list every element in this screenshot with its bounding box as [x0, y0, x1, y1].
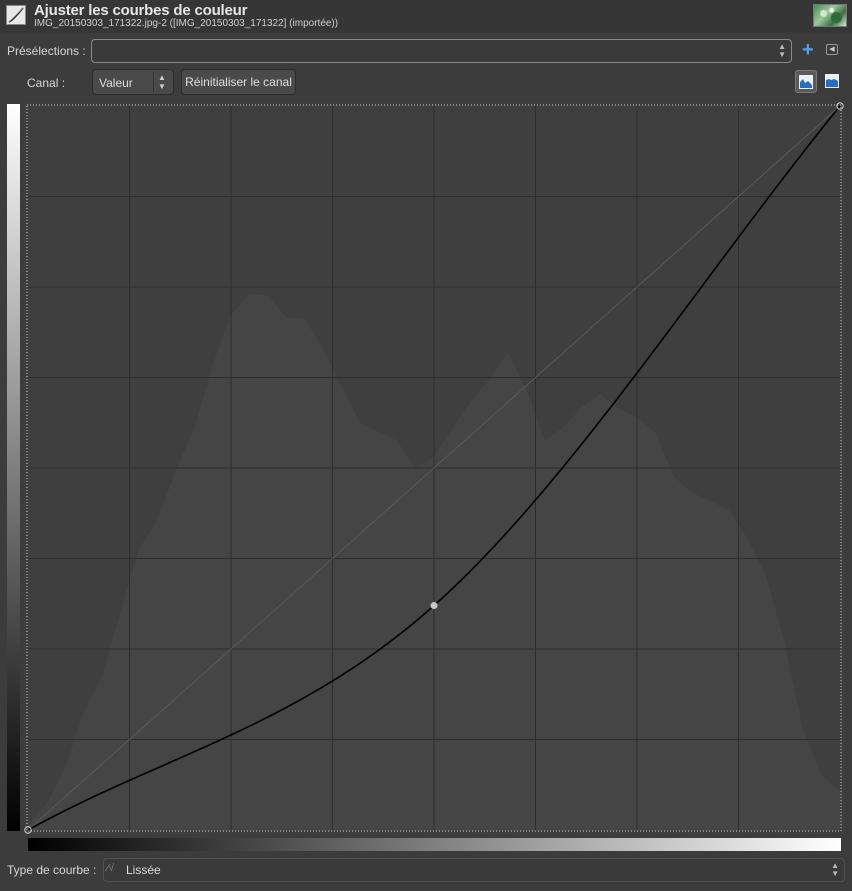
- channel-select[interactable]: Valeur ▲ ▼: [92, 69, 174, 95]
- presets-combobox[interactable]: ▲ ▼: [91, 39, 792, 63]
- reset-channel-button[interactable]: Réinitialiser le canal: [181, 69, 296, 95]
- curve-editor[interactable]: [24, 102, 844, 834]
- dialog-title: Ajuster les courbes de couleur: [34, 2, 248, 19]
- curve-type-label: Type de courbe :: [7, 863, 97, 877]
- channel-label: Canal :: [27, 76, 66, 90]
- dialog-header: Ajuster les courbes de couleur IMG_20150…: [0, 0, 852, 33]
- linear-histogram-button[interactable]: [795, 70, 817, 93]
- image-thumbnail: [813, 4, 847, 27]
- chevron-updown-icon: ▲ ▼: [153, 72, 170, 92]
- dialog-subtitle: IMG_20150303_171322.jpg-2 ([IMG_20150303…: [34, 18, 339, 29]
- output-gradient-bar: [7, 104, 20, 831]
- preset-menu-icon[interactable]: ◀: [826, 44, 838, 55]
- presets-label: Présélections :: [7, 44, 86, 58]
- channel-value: Valeur: [99, 76, 133, 90]
- curves-tool-icon: [6, 5, 26, 25]
- chevron-updown-icon: ▲ ▼: [778, 42, 786, 59]
- curve-type-select[interactable]: ∕√ Lissée ▲ ▼: [103, 858, 845, 882]
- linear-histogram-icon: [799, 75, 813, 89]
- chevron-updown-icon: ▲ ▼: [831, 861, 839, 878]
- log-histogram-icon: [825, 74, 839, 88]
- input-gradient-bar: [28, 838, 841, 851]
- log-histogram-button[interactable]: [822, 70, 844, 93]
- add-preset-icon[interactable]: +: [802, 38, 814, 62]
- curve-control-point[interactable]: [430, 602, 438, 610]
- curve-type-value: Lissée: [126, 863, 161, 877]
- smooth-curve-icon: ∕√: [107, 863, 115, 874]
